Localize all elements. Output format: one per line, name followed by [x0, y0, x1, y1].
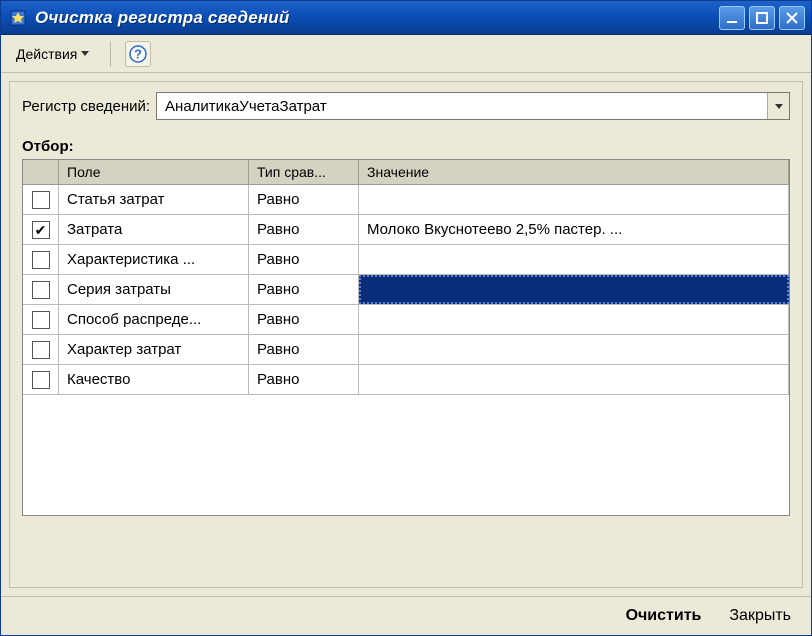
- row-comparison-cell[interactable]: Равно: [249, 245, 359, 274]
- register-row: Регистр сведений:: [22, 92, 790, 120]
- actions-menu[interactable]: Действия: [9, 43, 96, 65]
- actions-label: Действия: [16, 46, 77, 62]
- row-comparison-cell[interactable]: Равно: [249, 365, 359, 394]
- row-checkbox-cell[interactable]: [23, 245, 59, 274]
- grid-empty-area: [23, 395, 789, 515]
- content-area: Регистр сведений: Отбор: Поле Тип срав..…: [9, 81, 803, 588]
- row-value-cell[interactable]: Молоко Вкуснотеево 2,5% пастер. ...: [359, 215, 789, 244]
- filter-grid: Поле Тип срав... Значение Статья затратР…: [22, 159, 790, 516]
- row-field-cell[interactable]: Характер затрат: [59, 335, 249, 364]
- register-combo[interactable]: [156, 92, 790, 120]
- chevron-down-icon: [775, 104, 783, 109]
- row-comparison-cell[interactable]: Равно: [249, 215, 359, 244]
- row-field-cell[interactable]: Качество: [59, 365, 249, 394]
- row-checkbox[interactable]: [32, 341, 50, 359]
- row-checkbox-cell[interactable]: [23, 305, 59, 334]
- row-field-cell[interactable]: Статья затрат: [59, 185, 249, 214]
- row-checkbox[interactable]: [32, 221, 50, 239]
- register-input[interactable]: [157, 93, 767, 119]
- row-checkbox[interactable]: [32, 251, 50, 269]
- table-row[interactable]: Статья затратРавно: [23, 185, 789, 215]
- row-field-cell[interactable]: Способ распреде...: [59, 305, 249, 334]
- help-button[interactable]: ?: [125, 41, 151, 67]
- row-value-cell[interactable]: [359, 275, 789, 304]
- row-checkbox[interactable]: [32, 281, 50, 299]
- col-header-field[interactable]: Поле: [59, 160, 249, 184]
- close-window-button[interactable]: Закрыть: [723, 605, 797, 627]
- row-value-cell[interactable]: [359, 305, 789, 334]
- row-comparison-cell[interactable]: Равно: [249, 185, 359, 214]
- table-row[interactable]: КачествоРавно: [23, 365, 789, 395]
- row-checkbox-cell[interactable]: [23, 215, 59, 244]
- row-checkbox[interactable]: [32, 191, 50, 209]
- grid-header: Поле Тип срав... Значение: [23, 160, 789, 185]
- app-icon: [9, 9, 27, 27]
- toolbar: Действия ?: [1, 35, 811, 73]
- row-checkbox-cell[interactable]: [23, 335, 59, 364]
- titlebar: Очистка регистра сведений: [1, 1, 811, 35]
- col-header-check[interactable]: [23, 160, 59, 184]
- minimize-button[interactable]: [719, 6, 745, 30]
- table-row[interactable]: Способ распреде...Равно: [23, 305, 789, 335]
- help-icon: ?: [129, 45, 147, 63]
- row-checkbox[interactable]: [32, 311, 50, 329]
- window-title: Очистка регистра сведений: [35, 8, 719, 28]
- row-checkbox-cell[interactable]: [23, 275, 59, 304]
- table-row[interactable]: Характер затратРавно: [23, 335, 789, 365]
- col-header-comparison[interactable]: Тип срав...: [249, 160, 359, 184]
- close-button[interactable]: [779, 6, 805, 30]
- row-checkbox-cell[interactable]: [23, 185, 59, 214]
- maximize-button[interactable]: [749, 6, 775, 30]
- row-field-cell[interactable]: Характеристика ...: [59, 245, 249, 274]
- filter-section-label: Отбор:: [22, 138, 790, 155]
- toolbar-separator: [110, 41, 111, 67]
- register-label: Регистр сведений:: [22, 98, 150, 115]
- table-row[interactable]: ЗатратаРавноМолоко Вкуснотеево 2,5% паст…: [23, 215, 789, 245]
- bottom-bar: Очистить Закрыть: [1, 596, 811, 635]
- row-comparison-cell[interactable]: Равно: [249, 305, 359, 334]
- row-comparison-cell[interactable]: Равно: [249, 275, 359, 304]
- row-value-cell[interactable]: [359, 335, 789, 364]
- row-field-cell[interactable]: Затрата: [59, 215, 249, 244]
- chevron-down-icon: [81, 51, 89, 56]
- row-value-cell[interactable]: [359, 185, 789, 214]
- col-header-value[interactable]: Значение: [359, 160, 789, 184]
- clear-button[interactable]: Очистить: [620, 605, 708, 627]
- svg-text:?: ?: [134, 46, 142, 61]
- row-checkbox[interactable]: [32, 371, 50, 389]
- table-row[interactable]: Характеристика ...Равно: [23, 245, 789, 275]
- table-row[interactable]: Серия затратыРавно: [23, 275, 789, 305]
- app-window: Очистка регистра сведений Действия ?: [0, 0, 812, 636]
- grid-body: Статья затратРавноЗатратаРавноМолоко Вку…: [23, 185, 789, 395]
- row-comparison-cell[interactable]: Равно: [249, 335, 359, 364]
- row-value-cell[interactable]: [359, 245, 789, 274]
- row-checkbox-cell[interactable]: [23, 365, 59, 394]
- window-controls: [719, 6, 805, 30]
- row-value-cell[interactable]: [359, 365, 789, 394]
- register-dropdown-button[interactable]: [767, 93, 789, 119]
- row-field-cell[interactable]: Серия затраты: [59, 275, 249, 304]
